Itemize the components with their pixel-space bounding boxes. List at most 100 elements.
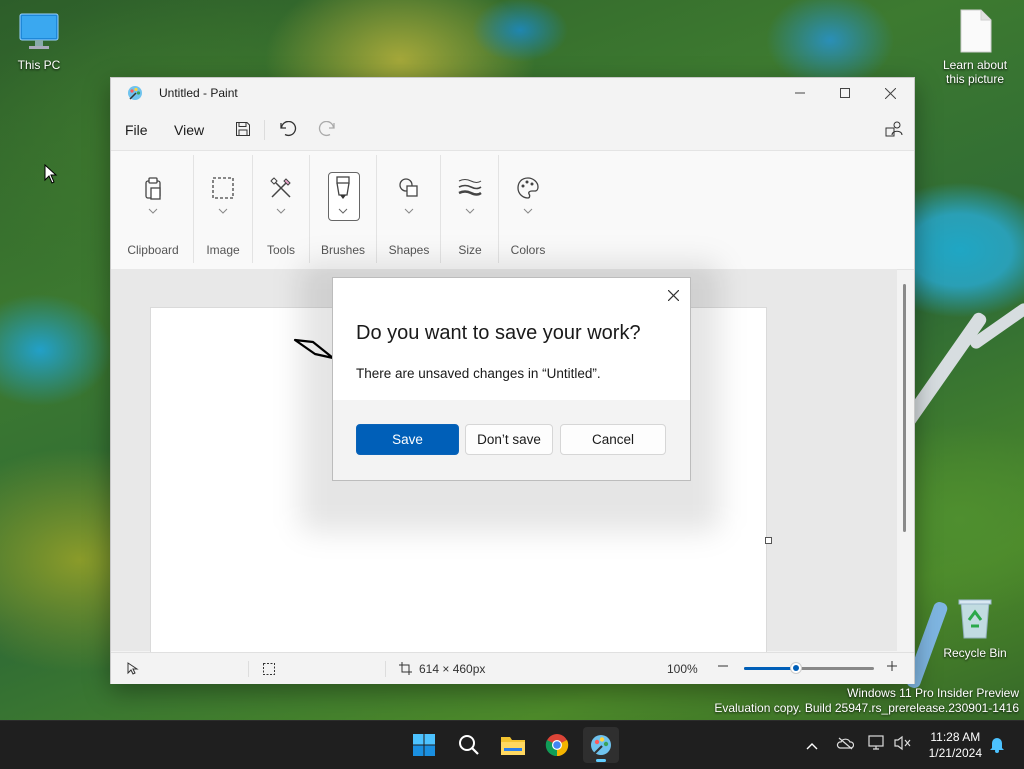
status-divider (385, 661, 386, 677)
zoom-level-text: 100% (667, 662, 698, 676)
ribbon-separator (309, 155, 310, 263)
redo-icon[interactable] (316, 118, 338, 140)
system-clock[interactable]: 11:28 AM 1/21/2024 (929, 729, 982, 761)
document-icon (955, 8, 995, 54)
chevron-down-icon (338, 208, 348, 214)
cancel-button[interactable]: Cancel (560, 424, 666, 455)
canvas-size-icon (399, 662, 412, 675)
maximize-button[interactable] (822, 78, 868, 108)
plus-icon (887, 661, 897, 671)
network-icon (868, 735, 884, 750)
ribbon-separator (193, 155, 194, 263)
close-window-button[interactable] (867, 78, 913, 108)
desktop-icon-label: Learn about this picture (942, 58, 1008, 86)
ribbon-group-brushes[interactable]: Brushes (313, 151, 373, 269)
ribbon-toolbar: Clipboard Image Tools Brushes Shapes Siz… (111, 150, 914, 270)
clock-date: 1/21/2024 (928, 746, 982, 760)
desktop-icon-this-pc[interactable]: This PC (0, 10, 79, 72)
recycle-bin-icon (955, 596, 995, 642)
vertical-scrollbar[interactable] (903, 284, 906, 532)
paint-icon (591, 735, 611, 755)
ribbon-group-shapes[interactable]: Shapes (379, 151, 439, 269)
close-icon (884, 87, 896, 99)
watermark-line-2: Evaluation copy. Build 25947.rs_prerelea… (714, 701, 1019, 715)
ribbon-separator (376, 155, 377, 263)
shapes-icon (399, 178, 418, 197)
menu-bar: File View (111, 112, 914, 146)
dialog-message: There are unsaved changes in “Untitled”. (356, 366, 601, 381)
file-explorer-button[interactable] (495, 727, 531, 763)
clock-time: 11:28 AM (930, 730, 981, 744)
bell-icon (990, 738, 1004, 753)
minus-icon (718, 665, 728, 667)
ribbon-separator (252, 155, 253, 263)
chevron-down-icon (465, 208, 475, 214)
ribbon-separator (498, 155, 499, 263)
zoom-slider-thumb[interactable] (790, 662, 802, 674)
cloud-icon (836, 737, 855, 750)
menu-view[interactable]: View (174, 122, 204, 138)
ribbon-separator (440, 155, 441, 263)
dialog-close-button[interactable] (662, 284, 684, 306)
save-icon[interactable] (232, 118, 254, 140)
network-button[interactable] (868, 735, 886, 754)
ribbon-group-image[interactable]: Image (197, 151, 249, 269)
selection-size-icon (263, 663, 275, 675)
paint-app-icon (127, 85, 143, 101)
tools-icon (270, 177, 291, 198)
ribbon-group-label: Colors (510, 243, 546, 257)
ribbon-group-label: Brushes (320, 243, 366, 257)
zoom-out-button[interactable] (717, 659, 729, 676)
status-bar: 614 × 460px 100% (111, 652, 914, 684)
dialog-heading: Do you want to save your work? (356, 322, 641, 344)
search-button[interactable] (451, 727, 487, 763)
paint-taskbar-button[interactable] (583, 727, 619, 763)
notifications-button[interactable] (989, 735, 1005, 756)
window-title: Untitled - Paint (159, 86, 238, 100)
menu-file[interactable]: File (125, 122, 148, 138)
chrome-button[interactable] (539, 727, 575, 763)
ribbon-group-label: Tools (266, 243, 295, 257)
ribbon-group-colors[interactable]: Colors (501, 151, 555, 269)
ribbon-group-clipboard[interactable]: Clipboard (119, 151, 187, 269)
desktop-icon-learn-about-picture[interactable]: Learn about this picture (935, 8, 1015, 86)
ribbon-group-label: Clipboard (127, 243, 179, 257)
ribbon-group-tools[interactable]: Tools (255, 151, 307, 269)
volume-muted-icon (894, 735, 911, 751)
zoom-in-button[interactable] (886, 659, 898, 676)
zoom-slider[interactable] (744, 662, 874, 674)
chevron-up-icon (806, 743, 818, 750)
start-icon (413, 734, 435, 756)
save-button[interactable]: Save (356, 424, 459, 455)
minimize-button[interactable] (777, 78, 823, 108)
volume-button[interactable] (894, 735, 912, 754)
chevron-down-icon (148, 208, 158, 214)
taskbar: 11:28 AM 1/21/2024 (0, 720, 1024, 769)
pointer-position-icon (127, 662, 139, 675)
watermark-line-1: Windows 11 Pro Insider Preview (847, 686, 1019, 700)
desktop-icon-recycle-bin[interactable]: Recycle Bin (935, 596, 1015, 660)
account-icon[interactable] (883, 118, 905, 140)
start-button[interactable] (406, 727, 442, 763)
ribbon-group-label: Image (206, 243, 240, 257)
palette-icon (517, 177, 539, 199)
status-divider (248, 661, 249, 677)
ribbon-group-label: Shapes (388, 243, 430, 257)
desktop-icon-label: This PC (17, 58, 61, 72)
dialog-footer: Save Don’t save Cancel (333, 400, 690, 480)
canvas-resize-handle[interactable] (765, 537, 772, 544)
chevron-down-icon (276, 208, 286, 214)
dont-save-button[interactable]: Don’t save (465, 424, 553, 455)
desktop-icon-label: Recycle Bin (943, 646, 1007, 660)
show-hidden-icons-button[interactable] (806, 738, 818, 753)
title-bar[interactable]: Untitled - Paint (111, 78, 914, 108)
chevron-down-icon (523, 208, 533, 214)
chrome-icon (545, 734, 569, 757)
onedrive-button[interactable] (836, 736, 855, 753)
undo-icon[interactable] (277, 118, 299, 140)
ribbon-group-label: Size (458, 243, 482, 257)
maximize-icon (840, 88, 850, 98)
select-icon (212, 177, 234, 199)
ribbon-group-size[interactable]: Size (444, 151, 496, 269)
monitor-icon (17, 10, 61, 54)
